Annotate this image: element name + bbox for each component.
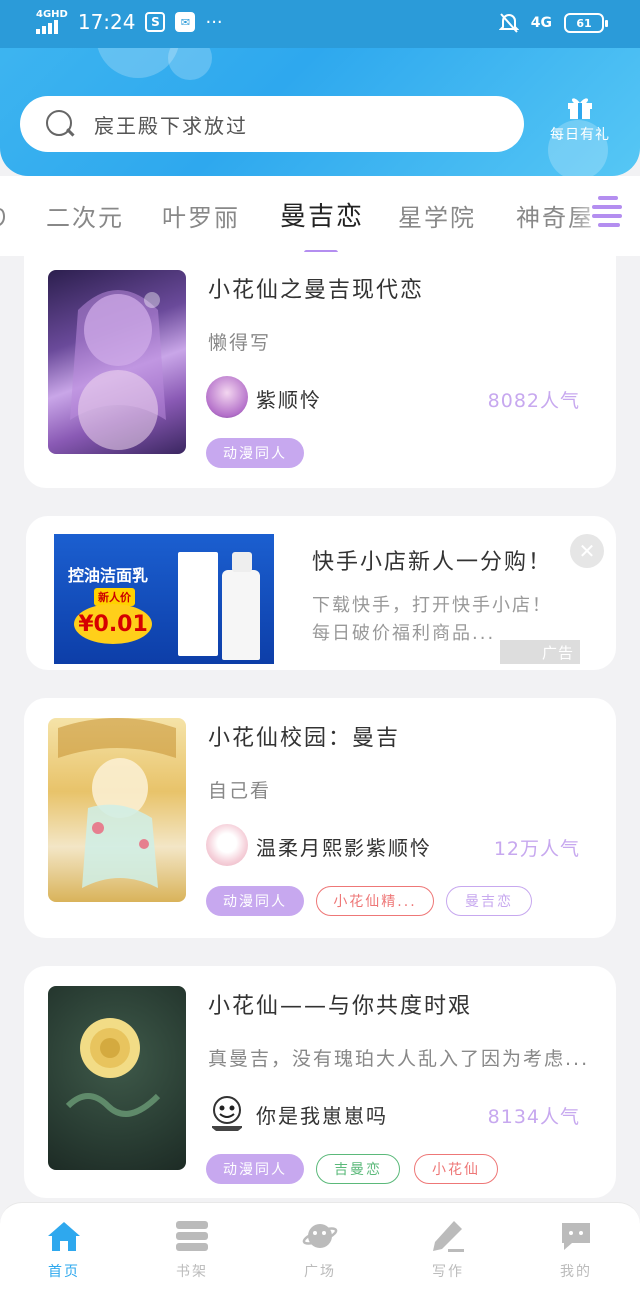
chat-bubble-icon [562, 1223, 590, 1250]
planet-icon [302, 1224, 338, 1248]
story-cover [48, 986, 186, 1170]
story-description: 自己看 [208, 780, 272, 802]
author-name: 你是我崽崽吗 [256, 1104, 388, 1128]
story-title: 小花仙校园：曼吉 [208, 726, 401, 751]
notification-app-icon: S [145, 12, 166, 32]
nav-label: 首页 [48, 1264, 80, 1280]
search-placeholder: 宸王殿下求放过 [94, 113, 248, 138]
category-tabs: り 二次元 叶罗丽 曼吉恋 星学院 神奇屋 [0, 176, 640, 256]
search-icon [46, 110, 74, 138]
nav-label: 写作 [432, 1264, 464, 1280]
popularity-count: 8134人气 [487, 1106, 580, 1128]
ad-title: 快手小店新人一分购！ [312, 550, 553, 575]
tab-xingxueyuan[interactable]: 星学院 [398, 198, 476, 233]
daily-gift-button[interactable]: 每日有礼 [538, 94, 622, 154]
story-description: 真曼吉，没有瑰珀大人乱入了因为考虑... [208, 1048, 590, 1070]
ad-card[interactable]: 控油洁面乳 新人价 ¥0.01 快手小店新人一分购！ 下载快手，打开快手小店！每… [26, 516, 616, 670]
signal-indicator: 4GHD [36, 10, 68, 34]
story-tag[interactable]: 动漫同人 [206, 1154, 304, 1184]
nav-label: 书架 [176, 1264, 208, 1280]
nav-home[interactable]: 首页 [24, 1219, 104, 1281]
nav-bookshelf[interactable]: 书架 [152, 1219, 232, 1281]
cover-illustration [65, 1018, 161, 1117]
author-avatar [206, 824, 248, 866]
category-menu-icon[interactable] [592, 194, 624, 228]
bottom-navigation: 首页 书架 广场 写作 我的 [0, 1202, 640, 1298]
popularity-count: 8082人气 [487, 390, 580, 412]
close-icon[interactable]: ✕ [570, 534, 604, 568]
story-card[interactable]: 小花仙校园：曼吉 自己看 温柔月熙影紫顺怜 12万人气 动漫同人 小花仙精...… [24, 698, 616, 938]
tab-yeluoli[interactable]: 叶罗丽 [162, 198, 240, 233]
header: 4GHD 17:24 S ✉ ··· 4G 61 宸王殿下求放过 每日有礼 [0, 0, 640, 176]
nav-square[interactable]: 广场 [280, 1219, 360, 1281]
home-icon [48, 1222, 80, 1251]
cover-illustration [58, 718, 176, 888]
ad-badge: 广告 [500, 640, 580, 664]
network-type: 4GHD [36, 9, 68, 20]
popularity-count: 12万人气 [493, 838, 580, 860]
story-title: 小花仙之曼吉现代恋 [208, 278, 425, 303]
story-tag[interactable]: 动漫同人 [206, 886, 304, 916]
clock: 17:24 [77, 10, 136, 34]
mail-icon: ✉ [175, 12, 196, 32]
nav-write[interactable]: 写作 [408, 1219, 488, 1281]
tab-manjilian[interactable]: 曼吉恋 [280, 196, 364, 233]
ad-image-price: ¥0.01 [74, 604, 152, 644]
more-notifications: ··· [205, 11, 223, 33]
story-tag[interactable]: 小花仙精... [316, 886, 434, 916]
ad-badge-label: 广告 [541, 643, 574, 662]
story-tag[interactable]: 小花仙 [414, 1154, 498, 1184]
daily-gift-label: 每日有礼 [550, 127, 610, 143]
author-avatar [206, 376, 248, 418]
story-cover [48, 718, 186, 902]
ad-product-box [178, 552, 218, 656]
ad-image: 控油洁面乳 新人价 ¥0.01 [54, 534, 274, 664]
status-bar: 4GHD 17:24 S ✉ ··· 4G 61 [0, 0, 640, 48]
story-tag[interactable]: 曼吉恋 [446, 886, 532, 916]
ad-product-pump [232, 552, 252, 572]
story-cover [48, 270, 186, 454]
story-card[interactable]: 小花仙——与你共度时艰 真曼吉，没有瑰珀大人乱入了因为考虑... 你是我崽崽吗 … [24, 966, 616, 1198]
cover-illustration [70, 290, 166, 450]
nav-mine[interactable]: 我的 [536, 1219, 616, 1281]
ad-image-headline: 控油洁面乳 [68, 566, 149, 585]
author-name: 紫顺怜 [256, 388, 322, 412]
mobile-network-label: 4G [530, 15, 552, 31]
story-title: 小花仙——与你共度时艰 [208, 994, 473, 1019]
nav-label: 我的 [560, 1264, 592, 1280]
signal-bars-icon [36, 20, 58, 34]
nav-label: 广场 [304, 1264, 336, 1280]
pen-icon [433, 1221, 464, 1252]
story-tag[interactable]: 动漫同人 [206, 438, 304, 468]
author-name: 温柔月熙影紫顺怜 [256, 836, 432, 860]
bookshelf-icon [176, 1221, 208, 1251]
ad-product-bottle [222, 570, 260, 660]
battery-icon: 61 [564, 13, 608, 33]
mute-icon [498, 13, 519, 33]
author-avatar [206, 1092, 248, 1134]
search-bar[interactable]: 宸王殿下求放过 [20, 96, 524, 152]
battery-level: 61 [576, 16, 592, 30]
tab-erciyuan[interactable]: 二次元 [46, 198, 124, 233]
tab-partial[interactable]: り [0, 198, 12, 233]
story-description: 懒得写 [208, 332, 272, 354]
story-card[interactable]: 小花仙之曼吉现代恋 懒得写 紫顺怜 8082人气 动漫同人 [24, 252, 616, 488]
story-tag[interactable]: 吉曼恋 [316, 1154, 400, 1184]
gift-icon [568, 98, 592, 119]
